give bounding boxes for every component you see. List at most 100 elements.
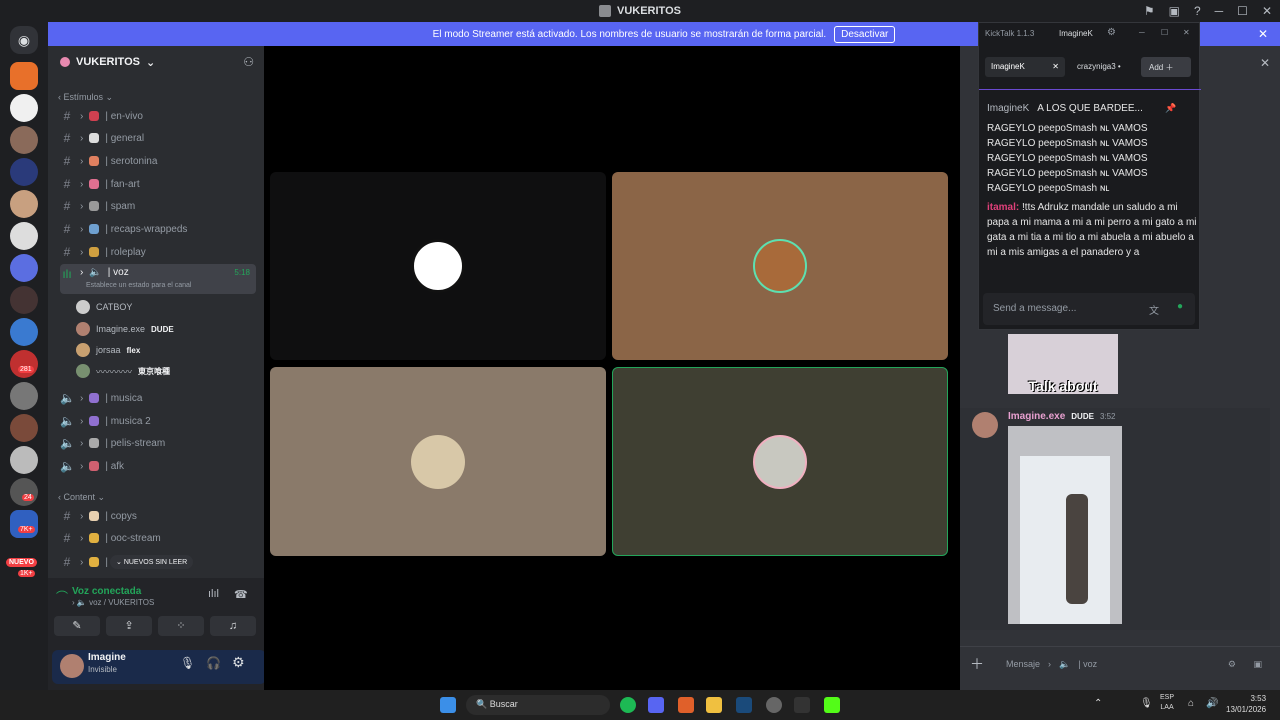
- channel-roleplay[interactable]: # › | roleplay: [60, 242, 256, 262]
- channel-pelis-stream[interactable]: 🔈 › | pelis-stream: [60, 433, 256, 453]
- server-icon[interactable]: [10, 318, 38, 346]
- server-folder-icon[interactable]: [10, 510, 38, 538]
- server-icon[interactable]: [10, 158, 38, 186]
- voice-status[interactable]: Voz conectada: [72, 586, 141, 597]
- voice-user[interactable]: CATBOY: [76, 297, 132, 317]
- settings-gear-icon[interactable]: ⚙: [1107, 27, 1116, 38]
- help-icon[interactable]: ?: [1194, 4, 1201, 18]
- screen-share-button[interactable]: ⇪: [106, 616, 152, 636]
- channel-musica-2[interactable]: 🔈 › | musica 2: [60, 411, 256, 431]
- channel-serotonina[interactable]: # › | serotonina: [60, 151, 256, 171]
- channel-status-hint[interactable]: Establece un estado para el canal: [86, 282, 191, 289]
- network-icon[interactable]: ⌂: [1188, 698, 1194, 709]
- folder-icon[interactable]: [706, 697, 722, 713]
- add-tab-button[interactable]: Add ＋: [1141, 57, 1191, 77]
- spotify-icon[interactable]: [620, 697, 636, 713]
- kicktalk-icon[interactable]: [824, 697, 840, 713]
- channel-fan-art[interactable]: # › | fan-art: [60, 174, 256, 194]
- add-attachment-icon[interactable]: ＋: [970, 654, 984, 674]
- voice-user[interactable]: jorsaa flex: [76, 340, 140, 360]
- screen-icon[interactable]: ▣: [1169, 4, 1180, 18]
- disconnect-icon[interactable]: ☎: [234, 588, 248, 601]
- signal-icon[interactable]: ⌒: [56, 588, 68, 605]
- tray-chevron-icon[interactable]: ⌃: [1094, 698, 1102, 709]
- server-icon[interactable]: [10, 62, 38, 90]
- channel-spam[interactable]: # › | spam: [60, 196, 256, 216]
- channel-voz[interactable]: ılı › 🔈 | voz 5:18 Establece un estado para…: [60, 264, 256, 294]
- pin-icon[interactable]: 📌: [1165, 103, 1176, 114]
- gift-icon[interactable]: ⚙: [1228, 659, 1236, 670]
- server-icon[interactable]: [10, 478, 38, 506]
- message-author[interactable]: Imagine.exe: [1008, 411, 1065, 422]
- tray-mic-icon[interactable]: 🎙: [1140, 698, 1153, 709]
- message-input[interactable]: ＋ Mensaje › 🔈 | voz ⚙ ▣: [970, 656, 1270, 672]
- unread-pill[interactable]: ⌄ NUEVOS SIN LEER: [110, 555, 194, 569]
- emote-icon[interactable]: ●: [1177, 301, 1183, 312]
- minimize-button[interactable]: ─: [1215, 4, 1224, 18]
- category-estimulos[interactable]: ‹ Estímulos ⌄: [58, 92, 113, 103]
- pinned-message[interactable]: ImagineK A LOS QUE BARDEE...: [987, 103, 1143, 114]
- category-content[interactable]: ‹ Content ⌄: [58, 492, 105, 503]
- tab-imaginek[interactable]: ImagineK ✕: [985, 57, 1065, 77]
- avatar[interactable]: [972, 412, 998, 438]
- soundboard-button[interactable]: ♫: [210, 616, 256, 636]
- close-chat-icon[interactable]: ✕: [1260, 56, 1270, 70]
- taskbar-search[interactable]: 🔍 Buscar: [466, 695, 610, 715]
- brave-icon[interactable]: [678, 697, 694, 713]
- server-icon[interactable]: [10, 222, 38, 250]
- participant-tile[interactable]: [270, 367, 606, 556]
- voice-user[interactable]: Imagine.exe DUDE: [76, 319, 174, 339]
- translate-icon[interactable]: 文: [1149, 302, 1159, 317]
- server-icon[interactable]: [10, 446, 38, 474]
- server-icon[interactable]: [10, 190, 38, 218]
- participant-tile-speaking[interactable]: [612, 367, 948, 556]
- close-banner-icon[interactable]: ✕: [1258, 27, 1268, 41]
- start-icon[interactable]: [440, 697, 456, 713]
- guild-header[interactable]: VUKERITOS ⌄ ⚇: [48, 46, 264, 78]
- app-icon[interactable]: [766, 697, 782, 713]
- camera-button[interactable]: ✎: [54, 616, 100, 636]
- disable-streamer-button[interactable]: Desactivar: [834, 25, 896, 43]
- server-icon[interactable]: [10, 414, 38, 442]
- server-icon[interactable]: [10, 286, 38, 314]
- headphones-icon[interactable]: 🎧: [206, 656, 221, 670]
- video-attachment[interactable]: [1008, 426, 1122, 624]
- participant-tile[interactable]: [270, 172, 606, 360]
- channel-afk[interactable]: 🔈 › | afk: [60, 456, 256, 476]
- channel-recaps-wrappeds[interactable]: # › | recaps-wrappeds: [60, 219, 256, 239]
- maximize-button[interactable]: ☐: [1237, 4, 1248, 18]
- close-window-button[interactable]: ✕: [1262, 4, 1272, 18]
- discord-icon[interactable]: [648, 697, 664, 713]
- kicktalk-user[interactable]: ImagineK: [1059, 29, 1093, 38]
- server-icon[interactable]: [10, 126, 38, 154]
- gif-icon[interactable]: ▣: [1253, 659, 1262, 670]
- server-icon[interactable]: [10, 254, 38, 282]
- activities-button[interactable]: ⁘: [158, 616, 204, 636]
- noise-suppression-icon[interactable]: ılıl: [208, 588, 219, 600]
- channel-ooc-stream[interactable]: # › | ooc-stream: [60, 528, 256, 548]
- volume-icon[interactable]: 🔊: [1206, 698, 1218, 709]
- avatar[interactable]: [60, 654, 84, 678]
- close-icon[interactable]: ✕: [1183, 28, 1190, 37]
- epic-icon[interactable]: [794, 697, 810, 713]
- settings-gear-icon[interactable]: ⚙: [232, 654, 245, 671]
- mic-icon[interactable]: 🎙: [180, 656, 195, 670]
- clock[interactable]: 3:53 13/01/2026: [1226, 693, 1266, 715]
- channel-en-vivo[interactable]: # › | en-vivo: [60, 106, 256, 126]
- kick-message-input[interactable]: Send a message... 文 ●: [983, 293, 1195, 325]
- participant-tile[interactable]: [612, 172, 948, 360]
- tab-crazyniga3[interactable]: crazyniga3 •: [1071, 57, 1137, 77]
- language-indicator[interactable]: ESP LAA: [1160, 693, 1174, 713]
- channel-general[interactable]: # › | general: [60, 128, 256, 148]
- steam-icon[interactable]: [736, 697, 752, 713]
- minimize-button[interactable]: ─: [1139, 28, 1145, 37]
- voice-user[interactable]: 〰〰〰〰 東京喰種: [76, 361, 170, 381]
- channel-copys[interactable]: # › | copys: [60, 506, 256, 526]
- maximize-button[interactable]: ☐: [1161, 28, 1168, 37]
- meme-image[interactable]: Talk about: [1008, 334, 1118, 394]
- server-icon[interactable]: [10, 350, 38, 378]
- server-icon[interactable]: [10, 382, 38, 410]
- server-icon[interactable]: [10, 94, 38, 122]
- channel-musica[interactable]: 🔈 › | musica: [60, 388, 256, 408]
- inbox-icon[interactable]: ⚑: [1144, 4, 1155, 18]
